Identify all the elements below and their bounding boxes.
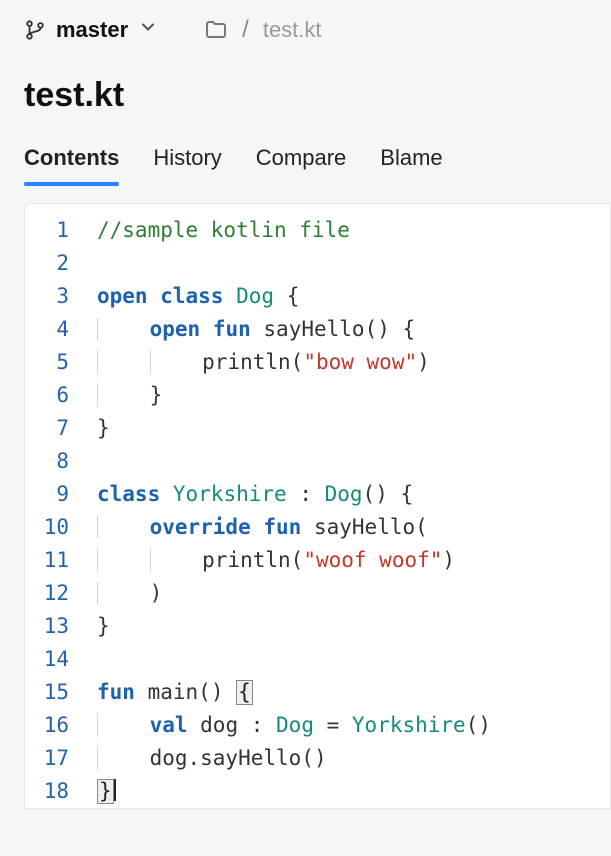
- code-line[interactable]: 8: [25, 445, 610, 478]
- code-viewer[interactable]: 1//sample kotlin file2 3open class Dog {…: [24, 203, 611, 809]
- line-number: 14: [25, 643, 87, 676]
- code-content[interactable]: println("bow wow"): [87, 346, 610, 379]
- tab-compare[interactable]: Compare: [256, 135, 346, 185]
- code-content[interactable]: }: [87, 775, 610, 808]
- line-number: 1: [25, 204, 87, 247]
- line-number: 8: [25, 445, 87, 478]
- code-line[interactable]: 9class Yorkshire : Dog() {: [25, 478, 610, 511]
- code-content[interactable]: [87, 247, 610, 280]
- line-number: 12: [25, 577, 87, 610]
- code-line[interactable]: 13}: [25, 610, 610, 643]
- line-number: 16: [25, 709, 87, 742]
- code-line[interactable]: 1//sample kotlin file: [25, 204, 610, 247]
- code-content[interactable]: override fun sayHello(: [87, 511, 610, 544]
- page-title: test.kt: [0, 54, 611, 125]
- code-line[interactable]: 5 println("bow wow"): [25, 346, 610, 379]
- code-content[interactable]: fun main() {: [87, 676, 610, 709]
- code-content[interactable]: class Yorkshire : Dog() {: [87, 478, 610, 511]
- branch-name: master: [56, 17, 128, 43]
- code-content[interactable]: [87, 643, 610, 676]
- tab-contents[interactable]: Contents: [24, 135, 119, 185]
- breadcrumb-file: test.kt: [263, 17, 322, 43]
- line-number: 18: [25, 775, 87, 808]
- breadcrumb-bar: master / test.kt: [0, 0, 611, 54]
- line-number: 4: [25, 313, 87, 346]
- code-line[interactable]: 7}: [25, 412, 610, 445]
- code-content[interactable]: dog.sayHello(): [87, 742, 610, 775]
- tab-blame[interactable]: Blame: [380, 135, 442, 185]
- code-content[interactable]: //sample kotlin file: [87, 204, 610, 247]
- git-branch-icon: [24, 19, 46, 41]
- line-number: 3: [25, 280, 87, 313]
- code-line[interactable]: 4 open fun sayHello() {: [25, 313, 610, 346]
- line-number: 15: [25, 676, 87, 709]
- code-line[interactable]: 18}: [25, 775, 610, 808]
- line-number: 10: [25, 511, 87, 544]
- code-line[interactable]: 6 }: [25, 379, 610, 412]
- tab-history[interactable]: History: [153, 135, 221, 185]
- code-content[interactable]: }: [87, 412, 610, 445]
- branch-selector[interactable]: master: [24, 17, 158, 43]
- line-number: 7: [25, 412, 87, 445]
- code-line[interactable]: 14: [25, 643, 610, 676]
- code-content[interactable]: val dog : Dog = Yorkshire(): [87, 709, 610, 742]
- code-line[interactable]: 17 dog.sayHello(): [25, 742, 610, 775]
- code-line[interactable]: 11 println("woof woof"): [25, 544, 610, 577]
- code-line[interactable]: 15fun main() {: [25, 676, 610, 709]
- line-number: 13: [25, 610, 87, 643]
- line-number: 17: [25, 742, 87, 775]
- file-tabs: Contents History Compare Blame: [0, 125, 611, 185]
- code-content[interactable]: }: [87, 379, 610, 412]
- code-content[interactable]: println("woof woof"): [87, 544, 610, 577]
- code-content[interactable]: }: [87, 610, 610, 643]
- line-number: 2: [25, 247, 87, 280]
- line-number: 5: [25, 346, 87, 379]
- code-line[interactable]: 3open class Dog {: [25, 280, 610, 313]
- code-content[interactable]: ): [87, 577, 610, 610]
- code-content[interactable]: open class Dog {: [87, 280, 610, 313]
- code-line[interactable]: 2: [25, 247, 610, 280]
- code-line[interactable]: 16 val dog : Dog = Yorkshire(): [25, 709, 610, 742]
- code-content[interactable]: [87, 445, 610, 478]
- breadcrumb-separator: /: [242, 16, 249, 44]
- line-number: 6: [25, 379, 87, 412]
- code-line[interactable]: 10 override fun sayHello(: [25, 511, 610, 544]
- folder-icon[interactable]: [204, 18, 228, 42]
- chevron-down-icon: [138, 17, 158, 43]
- line-number: 9: [25, 478, 87, 511]
- code-content[interactable]: open fun sayHello() {: [87, 313, 610, 346]
- code-line[interactable]: 12 ): [25, 577, 610, 610]
- line-number: 11: [25, 544, 87, 577]
